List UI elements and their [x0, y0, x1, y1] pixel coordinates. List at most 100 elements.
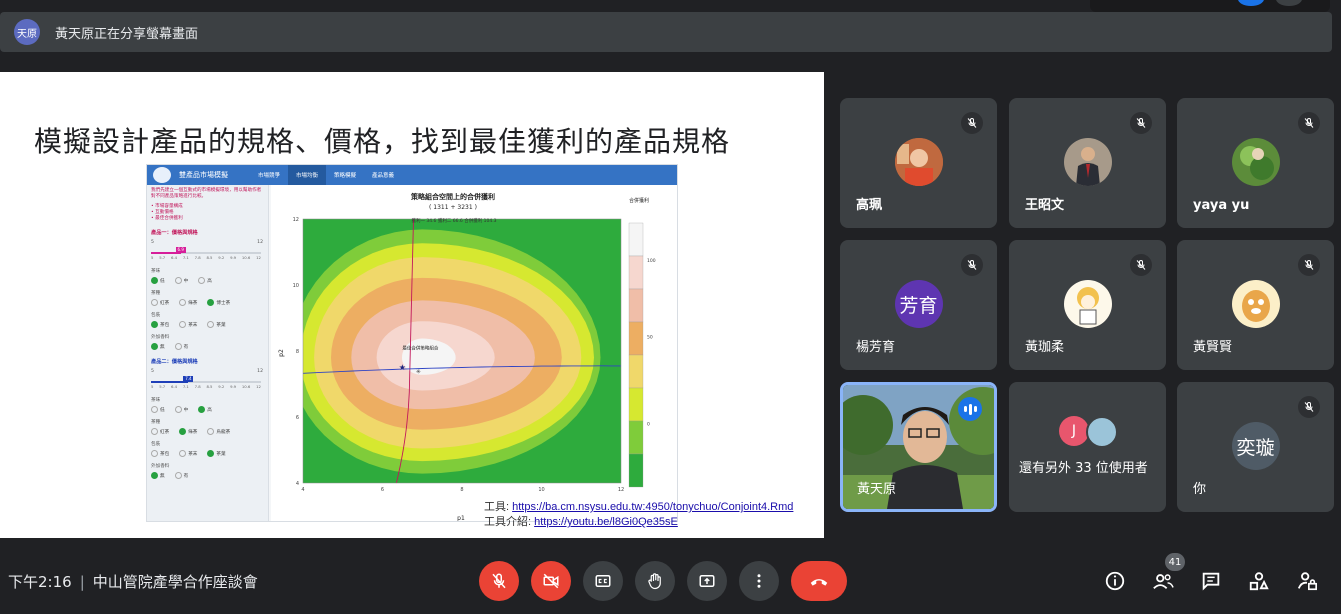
share-status-text: 黃天原正在分享螢幕畫面	[55, 26, 199, 42]
x-tick-label: 12	[618, 487, 624, 493]
p2-extra-opt[interactable]: 有	[175, 472, 189, 480]
chat-button[interactable]	[1198, 568, 1224, 594]
legend-swatch	[628, 387, 644, 422]
p1-tea-opt[interactable]: 中	[175, 277, 189, 285]
presentation-banner: 天原 黃天原正在分享螢幕畫面	[0, 12, 1332, 52]
p2-pack-opt[interactable]: 茶葉	[207, 450, 225, 458]
tick: 9.2	[218, 255, 225, 260]
participant-tile[interactable]: 黃賢賢	[1177, 240, 1334, 370]
avatar	[1063, 138, 1112, 186]
tick: 9.9	[230, 255, 237, 260]
y-tick-label: 8	[296, 349, 299, 355]
top-blue-control[interactable]	[1238, 0, 1264, 6]
mic-toggle-button[interactable]	[479, 561, 519, 601]
self-tile[interactable]: 奕璇 你	[1177, 382, 1334, 512]
p1-pack-opt[interactable]: 茶葉	[207, 321, 225, 329]
people-button[interactable]	[1150, 568, 1176, 594]
p2-tea-group: 茶味 低 中 高	[151, 398, 212, 414]
p2-pack-opt[interactable]: 茶包	[151, 450, 169, 458]
tick: 7.1	[182, 255, 189, 260]
activities-button[interactable]	[1246, 568, 1272, 594]
tick: 5	[151, 384, 154, 389]
app-tab-market[interactable]: 市場競爭	[250, 165, 288, 185]
p2-extra-group: 外加香料 無 有	[151, 464, 188, 480]
participant-tile[interactable]: 高珮	[840, 98, 997, 228]
intro-line: 工具介紹: https://youtu.be/l8Gi0Qe35sE	[484, 515, 793, 530]
p2-tea-opt[interactable]: 中	[175, 406, 189, 414]
p1-pack-opt[interactable]: 茶包	[151, 321, 169, 329]
tool-line: 工具: https://ba.cm.nsysu.edu.tw:4950/tony…	[484, 500, 793, 515]
host-controls-button[interactable]	[1294, 568, 1320, 594]
avatar	[894, 138, 943, 186]
speaking-indicator-icon	[958, 397, 982, 421]
p1-tea-opt[interactable]: 低	[151, 277, 165, 285]
p2-sweet-opt[interactable]: 綠茶	[179, 428, 197, 436]
p1-tea-opt[interactable]: 高	[198, 277, 212, 285]
tool-label: 工具:	[484, 501, 513, 513]
tick: 5	[151, 255, 154, 260]
p1-sweet-opt[interactable]: 綠茶	[179, 299, 197, 307]
meeting-title: 中山管院產學合作座談會	[92, 573, 258, 591]
slider2-knob[interactable]: 7.4	[183, 376, 194, 382]
more-options-button[interactable]	[739, 561, 779, 601]
mic-off-icon	[961, 112, 983, 134]
p1-sweet-group: 茶種 紅茶 綠茶 博士茶	[151, 291, 230, 307]
more-avatars: J	[1059, 416, 1129, 448]
tick: 6.4	[171, 255, 178, 260]
p1-sweet-opt[interactable]: 博士茶	[207, 299, 230, 307]
product2-price-slider[interactable]: 7.4	[151, 376, 261, 383]
meeting-info: 下午2:16 | 中山管院產學合作座談會	[8, 571, 258, 592]
p2-pack-opt[interactable]: 茶末	[179, 450, 197, 458]
app-tab-meaning[interactable]: 產品意義	[364, 165, 402, 185]
p2-sweet-opt[interactable]: 烏龍茶	[207, 428, 230, 436]
intro-url-link[interactable]: https://youtu.be/l8Gi0Qe35sE	[534, 516, 678, 528]
legend-swatch	[628, 222, 644, 257]
participant-tile[interactable]: 王昭文	[1009, 98, 1166, 228]
p1-extra-opt[interactable]: 有	[175, 343, 189, 351]
meeting-details-button[interactable]	[1102, 568, 1128, 594]
participant-tile[interactable]: yaya yu	[1177, 98, 1334, 228]
leave-call-button[interactable]	[791, 561, 847, 601]
slider2-range: 5 12	[151, 369, 263, 375]
y-axis-label: p2	[278, 349, 285, 357]
tool-url-link[interactable]: https://ba.cm.nsysu.edu.tw:4950/tonychuo…	[512, 501, 793, 513]
chat-icon	[1202, 572, 1220, 591]
activities-icon	[1249, 572, 1269, 591]
more-participants-tile[interactable]: J 還有另外 33 位使用者	[1009, 382, 1166, 512]
sidebar-bullets: • 市場容量構成 • 互動價格 • 最佳合併獲利	[151, 204, 183, 223]
present-screen-button[interactable]	[687, 561, 727, 601]
p2-tea-opt[interactable]: 低	[151, 406, 165, 414]
product1-price-slider[interactable]: 6.9	[151, 247, 261, 254]
p2-tea-opt[interactable]: 高	[198, 406, 212, 414]
raise-hand-button[interactable]	[635, 561, 675, 601]
app-sidebar: 我們先建立一個互動式的市場模擬環境，用以幫助作者對不同產品策略進行比較。 • 市…	[147, 185, 269, 521]
avatar	[1063, 280, 1112, 328]
slider1-ticks: 5 5.7 6.4 7.1 7.8 8.5 9.2 9.9 10.6 12	[151, 255, 261, 260]
shared-screen: 模擬設計產品的規格、價格，找到最佳獲利的產品規格 雙產品市場模擬 市場競爭 市場…	[0, 72, 824, 538]
p2-extra-opt[interactable]: 無	[151, 472, 165, 480]
participant-name: 黃珈柔	[1025, 340, 1065, 355]
app-tab-strategy[interactable]: 策略模擬	[326, 165, 364, 185]
tick: 5.7	[159, 255, 166, 260]
p2-sweet-group: 茶種 紅茶 綠茶 烏龍茶	[151, 420, 230, 436]
p2-sweet-opt[interactable]: 紅茶	[151, 428, 169, 436]
p1-sweet-opt[interactable]: 紅茶	[151, 299, 169, 307]
slider1-min: 5	[151, 240, 154, 245]
participant-tile-speaking[interactable]: 黃天原	[840, 382, 997, 512]
p1-pack-group: 包裝 茶包 茶末 茶葉	[151, 313, 226, 329]
participant-tile[interactable]: 芳育 楊芳育	[840, 240, 997, 370]
top-grey-control[interactable]	[1276, 0, 1302, 6]
tick: 6.4	[171, 384, 178, 389]
p2-pack-label: 包裝	[151, 442, 161, 447]
p1-extra-opt[interactable]: 無	[151, 343, 165, 351]
app-navbar: 雙產品市場模擬 市場競爭 市場均衡 策略模擬 產品意義	[147, 165, 677, 185]
app-tab-equilibrium[interactable]: 市場均衡	[288, 165, 327, 185]
captions-button[interactable]	[583, 561, 623, 601]
lock-person-icon	[1297, 572, 1317, 591]
slider1-knob[interactable]: 6.9	[175, 247, 186, 253]
camera-toggle-button[interactable]	[531, 561, 571, 601]
p1-pack-opt[interactable]: 茶末	[179, 321, 197, 329]
legend-title: 合併獲利	[629, 197, 649, 204]
participant-tile[interactable]: 黃珈柔	[1009, 240, 1166, 370]
p2-tea-label: 茶味	[151, 398, 161, 403]
